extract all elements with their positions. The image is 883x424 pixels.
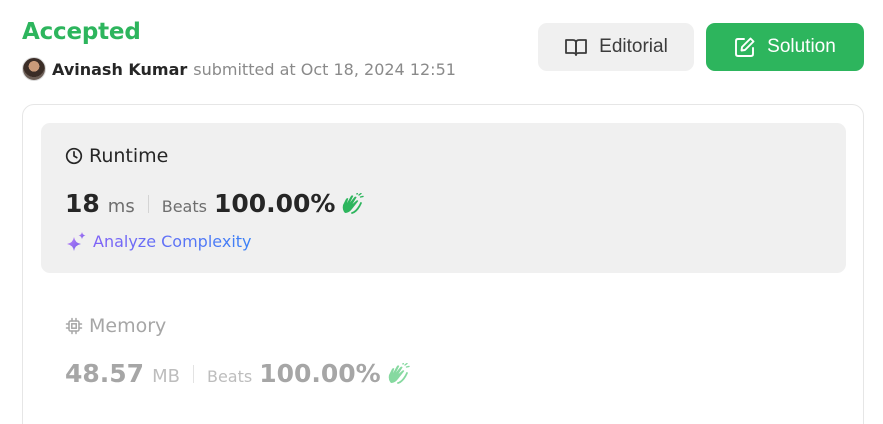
solution-button[interactable]: Solution	[706, 23, 864, 71]
analyze-complexity-label: Analyze Complexity	[93, 231, 252, 251]
user-name-link[interactable]: Avinash Kumar	[52, 60, 187, 79]
submission-result-page: Accepted Avinash Kumar submitted at Oct …	[0, 0, 883, 424]
runtime-value: 18	[65, 189, 100, 218]
avatar[interactable]	[22, 57, 46, 81]
clapping-hands-icon	[340, 192, 365, 215]
status-title: Accepted	[22, 19, 141, 45]
editorial-button-label: Editorial	[599, 36, 668, 57]
submitter-line: Avinash Kumar submitted at Oct 18, 2024 …	[22, 56, 456, 82]
runtime-metric-row: 18 ms Beats 100.00%	[65, 189, 365, 218]
memory-value: 48.57	[65, 359, 145, 388]
memory-panel[interactable]: Memory 48.57 MB Beats 100.00%	[41, 301, 846, 421]
memory-metric-row: 48.57 MB Beats 100.00%	[65, 359, 410, 388]
memory-beats-label: Beats	[206, 367, 253, 386]
solution-button-label: Solution	[767, 36, 836, 57]
runtime-panel[interactable]: Runtime 18 ms Beats 100.00% Analyze Comp…	[41, 123, 846, 273]
runtime-unit: ms	[107, 196, 135, 217]
editorial-button[interactable]: Editorial	[538, 23, 694, 71]
book-open-icon	[564, 37, 588, 57]
submitted-at-text: submitted at Oct 18, 2024 12:51	[193, 59, 456, 79]
clock-icon	[65, 147, 83, 165]
runtime-beats-value: 100.00%	[213, 189, 336, 218]
memory-title: Memory	[89, 315, 167, 337]
runtime-header: Runtime	[65, 145, 168, 167]
memory-unit: MB	[152, 366, 180, 387]
edit-square-icon	[734, 36, 756, 58]
runtime-beats-label: Beats	[161, 197, 207, 216]
analyze-complexity-link[interactable]: Analyze Complexity	[65, 231, 252, 251]
memory-header: Memory	[65, 315, 166, 337]
metric-divider	[147, 194, 149, 213]
chip-icon	[65, 317, 83, 335]
result-card: Runtime 18 ms Beats 100.00% Analyze Comp…	[22, 104, 864, 424]
memory-beats-value: 100.00%	[259, 359, 381, 388]
runtime-title: Runtime	[89, 145, 169, 167]
sparkles-icon	[65, 231, 87, 251]
metric-divider	[192, 364, 194, 383]
clapping-hands-icon	[386, 362, 410, 385]
